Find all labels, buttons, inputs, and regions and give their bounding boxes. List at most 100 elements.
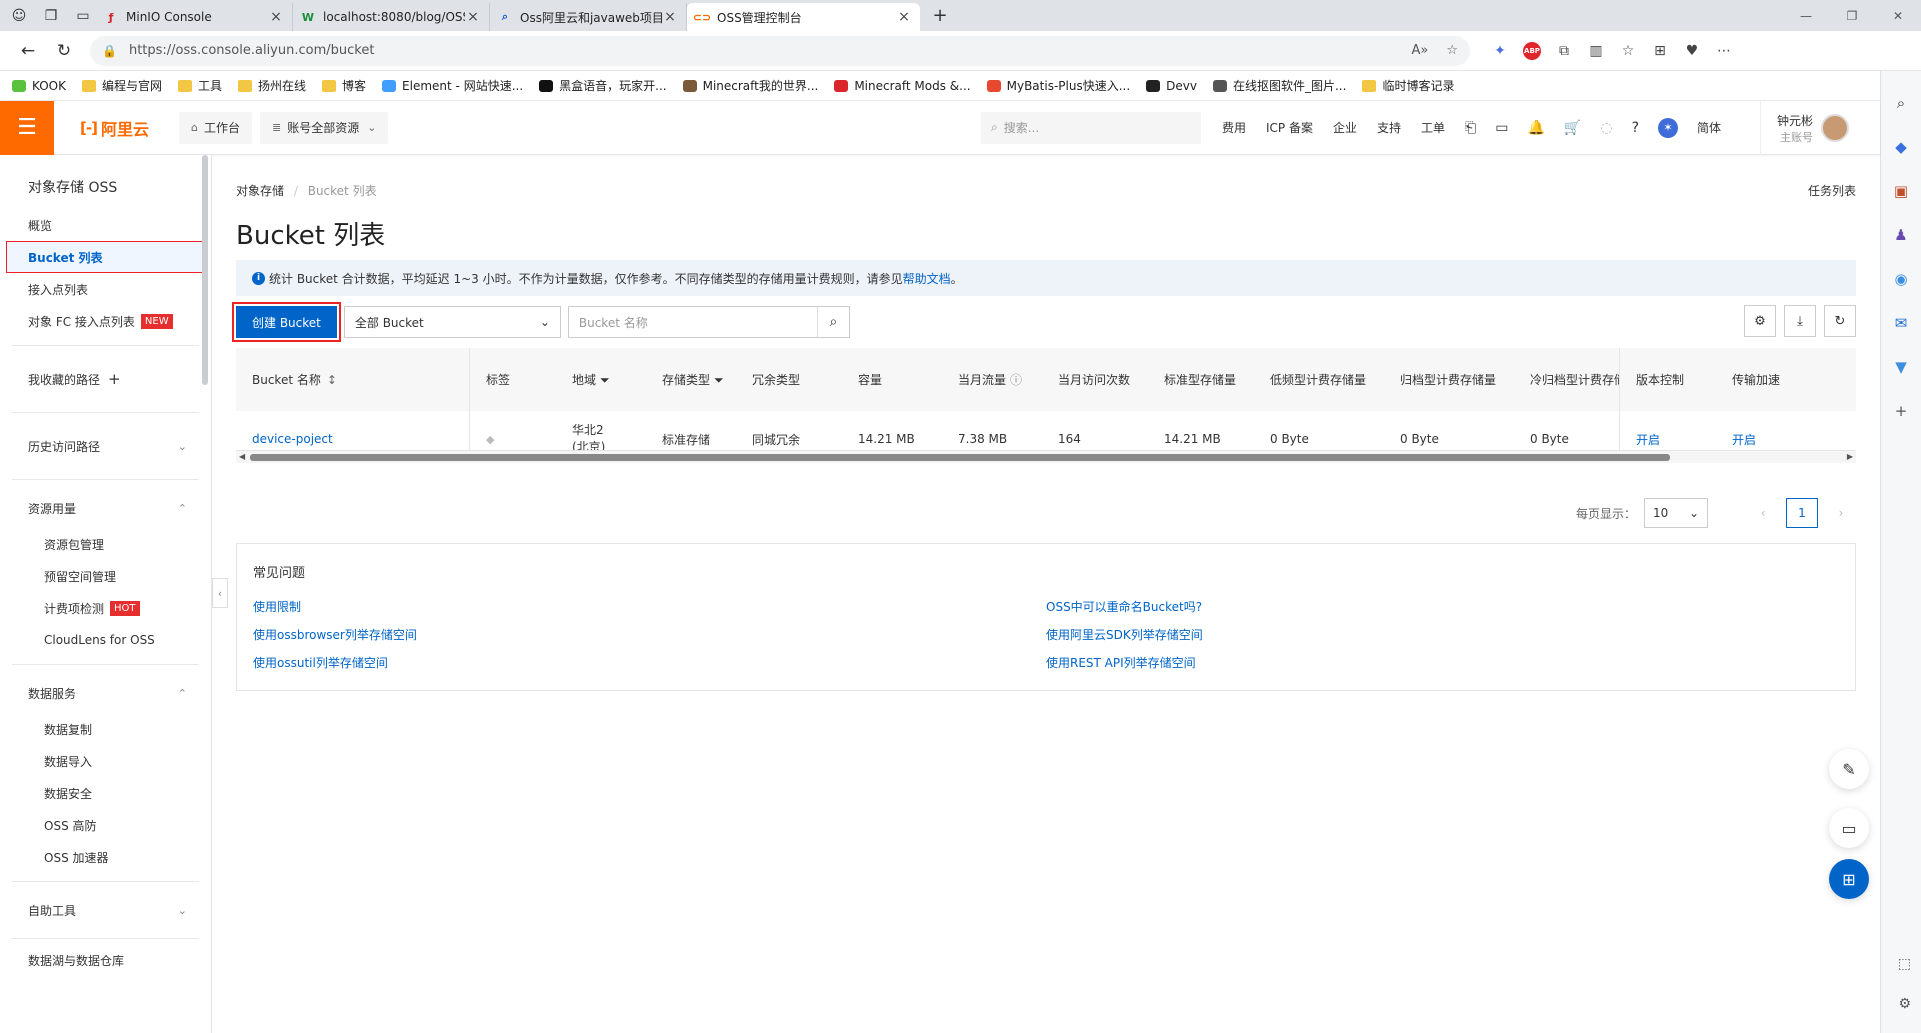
cart-icon[interactable]: 🛒 [1564, 120, 1581, 136]
current-page-button[interactable]: 1 [1786, 498, 1818, 528]
bookmark-item[interactable]: Devv [1146, 79, 1197, 93]
sidebar-scrollbar[interactable] [202, 155, 208, 385]
tag-icon[interactable]: ◆ [1887, 133, 1915, 161]
scroll-right-icon[interactable]: ▶ [1847, 452, 1853, 461]
breadcrumb-oss[interactable]: 对象存储 [236, 184, 284, 198]
nav-ticket[interactable]: 工单 [1421, 119, 1445, 136]
bookmark-item[interactable]: Minecraft Mods &... [834, 79, 971, 93]
bell-icon[interactable]: 🔔 [1527, 120, 1544, 136]
menu-icon[interactable]: ☰ [0, 100, 54, 155]
help-doc-link[interactable]: 帮助文档 [903, 270, 951, 287]
create-bucket-button[interactable]: 创建 Bucket [232, 302, 341, 342]
column-header[interactable]: 地域 ⏷ [556, 371, 646, 388]
performance-icon[interactable]: ♥ [1676, 36, 1708, 66]
bucket-search-input[interactable]: Bucket 名称 [569, 314, 817, 331]
lightbulb-icon[interactable]: ◌ [1600, 120, 1612, 136]
url-field[interactable]: 🔒 https://oss.console.aliyun.com/bucket … [90, 35, 1470, 66]
settings-gear-icon[interactable]: ⚙ [1744, 305, 1776, 337]
minimize-icon[interactable]: — [1783, 0, 1829, 31]
sidebar-item-anti-ddos[interactable]: OSS 高防 [0, 809, 211, 841]
sidebar-item-resource-pack[interactable]: 资源包管理 [0, 528, 211, 560]
sort-icon[interactable]: ↕ [327, 373, 337, 387]
browser-tab[interactable]: ⌕ Oss阿里云和javaweb项目整合 - 其 × [490, 3, 687, 31]
tab-actions-icon[interactable]: ▭ [70, 3, 96, 29]
aliyun-logo[interactable]: [-] 阿里云 [54, 116, 175, 140]
bookmark-folder[interactable]: 编程与官网 [81, 77, 162, 94]
adblock-icon[interactable]: ABP [1523, 41, 1541, 60]
versioning-link[interactable]: 开启 [1620, 431, 1716, 448]
nav-icp[interactable]: ICP 备案 [1266, 119, 1313, 136]
read-aloud-icon[interactable]: A» [1411, 43, 1428, 58]
prev-page-icon[interactable]: ‹ [1748, 506, 1778, 520]
copilot-icon[interactable]: ◉ [1887, 265, 1915, 293]
drop-icon[interactable]: ▼ [1887, 353, 1915, 381]
url-text[interactable]: https://oss.console.aliyun.com/bucket [129, 43, 1394, 58]
favorites-section[interactable]: 我收藏的路径 + [0, 354, 211, 404]
outlook-icon[interactable]: ✉ [1887, 309, 1915, 337]
bookmark-item[interactable]: Element - 网站快速... [382, 77, 523, 94]
favorites-icon[interactable]: ☆ [1612, 36, 1644, 66]
search-icon[interactable]: ⌕ [1887, 89, 1915, 117]
message-icon[interactable]: ▭ [1829, 808, 1869, 848]
bookmark-item[interactable]: 黑盒语音，玩家开... [539, 77, 667, 94]
download-icon[interactable]: ⤓ [1784, 305, 1816, 337]
table-horizontal-scrollbar[interactable]: ◀ ▶ [236, 451, 1856, 463]
faq-link[interactable]: 使用限制 [253, 593, 1046, 621]
console-search-input[interactable]: ⌕ 搜索... [981, 111, 1201, 144]
sidebar-item-bucket-list[interactable]: Bucket 列表 [6, 241, 203, 273]
data-service-section[interactable]: 数据服务 ⌃ [0, 673, 211, 713]
new-tab-icon[interactable]: + [926, 2, 954, 30]
bucket-filter-select[interactable]: 全部 Bucket ⌄ [343, 306, 561, 338]
screenshot-icon[interactable]: ⬚ [1898, 956, 1911, 972]
user-menu[interactable]: 钟元彬 主账号 [1760, 101, 1880, 155]
cloud-shell-icon[interactable]: ⎗ [1465, 120, 1476, 136]
close-icon[interactable]: × [662, 9, 678, 25]
filter-icon[interactable]: ⏷ [600, 373, 610, 387]
nav-support[interactable]: 支持 [1377, 119, 1401, 136]
help-circle-icon[interactable]: ⓘ [1010, 373, 1022, 387]
bookmark-folder[interactable]: 工具 [178, 77, 222, 94]
faq-link[interactable]: 使用ossutil列举存储空间 [253, 649, 1046, 677]
sidebar-item-security[interactable]: 数据安全 [0, 777, 211, 809]
back-icon[interactable]: ← [10, 33, 46, 69]
sidebar-item-fc-access-points[interactable]: 对象 FC 接入点列表 NEW [0, 305, 211, 337]
history-section[interactable]: 历史访问路径 ⌄ [0, 421, 211, 471]
extensions-puzzle-icon[interactable]: ⧉ [1548, 36, 1580, 66]
restore-icon[interactable]: ❐ [1829, 0, 1875, 31]
task-list-link[interactable]: 任务列表 [1808, 182, 1856, 199]
split-screen-icon[interactable]: ▥ [1580, 36, 1612, 66]
sidebar-item-access-points[interactable]: 接入点列表 [0, 273, 211, 305]
add-icon[interactable]: + [1887, 397, 1915, 425]
faq-link[interactable]: 使用阿里云SDK列举存储空间 [1046, 621, 1839, 649]
data-lake-section[interactable]: 数据湖与数据仓库 [0, 947, 211, 969]
language-switch[interactable]: 简体 [1697, 119, 1721, 136]
add-favorite-icon[interactable]: + [108, 370, 121, 388]
sidebar-item-replication[interactable]: 数据复制 [0, 713, 211, 745]
browser-tab-active[interactable]: ⊂⊃ OSS管理控制台 × [687, 3, 920, 31]
close-icon[interactable]: × [896, 9, 912, 25]
sidebar-item-billing-check[interactable]: 计费项检测 HOT [0, 592, 211, 624]
bookmark-item[interactable]: Minecraft我的世界... [682, 77, 818, 94]
lock-icon[interactable]: 🔒 [102, 44, 117, 58]
bookmark-folder[interactable]: 扬州在线 [238, 77, 306, 94]
faq-link[interactable]: 使用ossbrowser列举存储空间 [253, 621, 1046, 649]
resource-section[interactable]: 资源用量 ⌃ [0, 488, 211, 528]
briefcase-icon[interactable]: ▣ [1887, 177, 1915, 205]
workbench-button[interactable]: ⌂ 工作台 [179, 111, 252, 144]
browser-tab[interactable]: W localhost:8080/blog/OSS.html × [293, 3, 490, 31]
bucket-search[interactable]: Bucket 名称 ⌕ [567, 306, 850, 338]
browser-tab[interactable]: ƒ MinIO Console × [96, 3, 293, 31]
scrollbar-thumb[interactable] [250, 454, 1670, 461]
chess-icon[interactable]: ♟ [1887, 221, 1915, 249]
nav-enterprise[interactable]: 企业 [1333, 119, 1357, 136]
bookmark-item[interactable]: KOOK [12, 79, 66, 93]
favorite-star-icon[interactable]: ☆ [1446, 43, 1458, 58]
bookmark-folder[interactable]: 博客 [322, 77, 366, 94]
tag-icon[interactable]: ◆ [486, 433, 494, 446]
column-header[interactable]: 存储类型 ⏷ [646, 371, 736, 388]
column-header[interactable]: Bucket 名称 ↕ [236, 348, 470, 411]
settings-icon[interactable]: ⚙ [1898, 996, 1911, 1012]
extension-icon[interactable]: ✦ [1484, 36, 1516, 66]
refresh-icon[interactable]: ↻ [46, 33, 82, 69]
profile-avatar-icon[interactable]: ☺ [6, 3, 32, 29]
